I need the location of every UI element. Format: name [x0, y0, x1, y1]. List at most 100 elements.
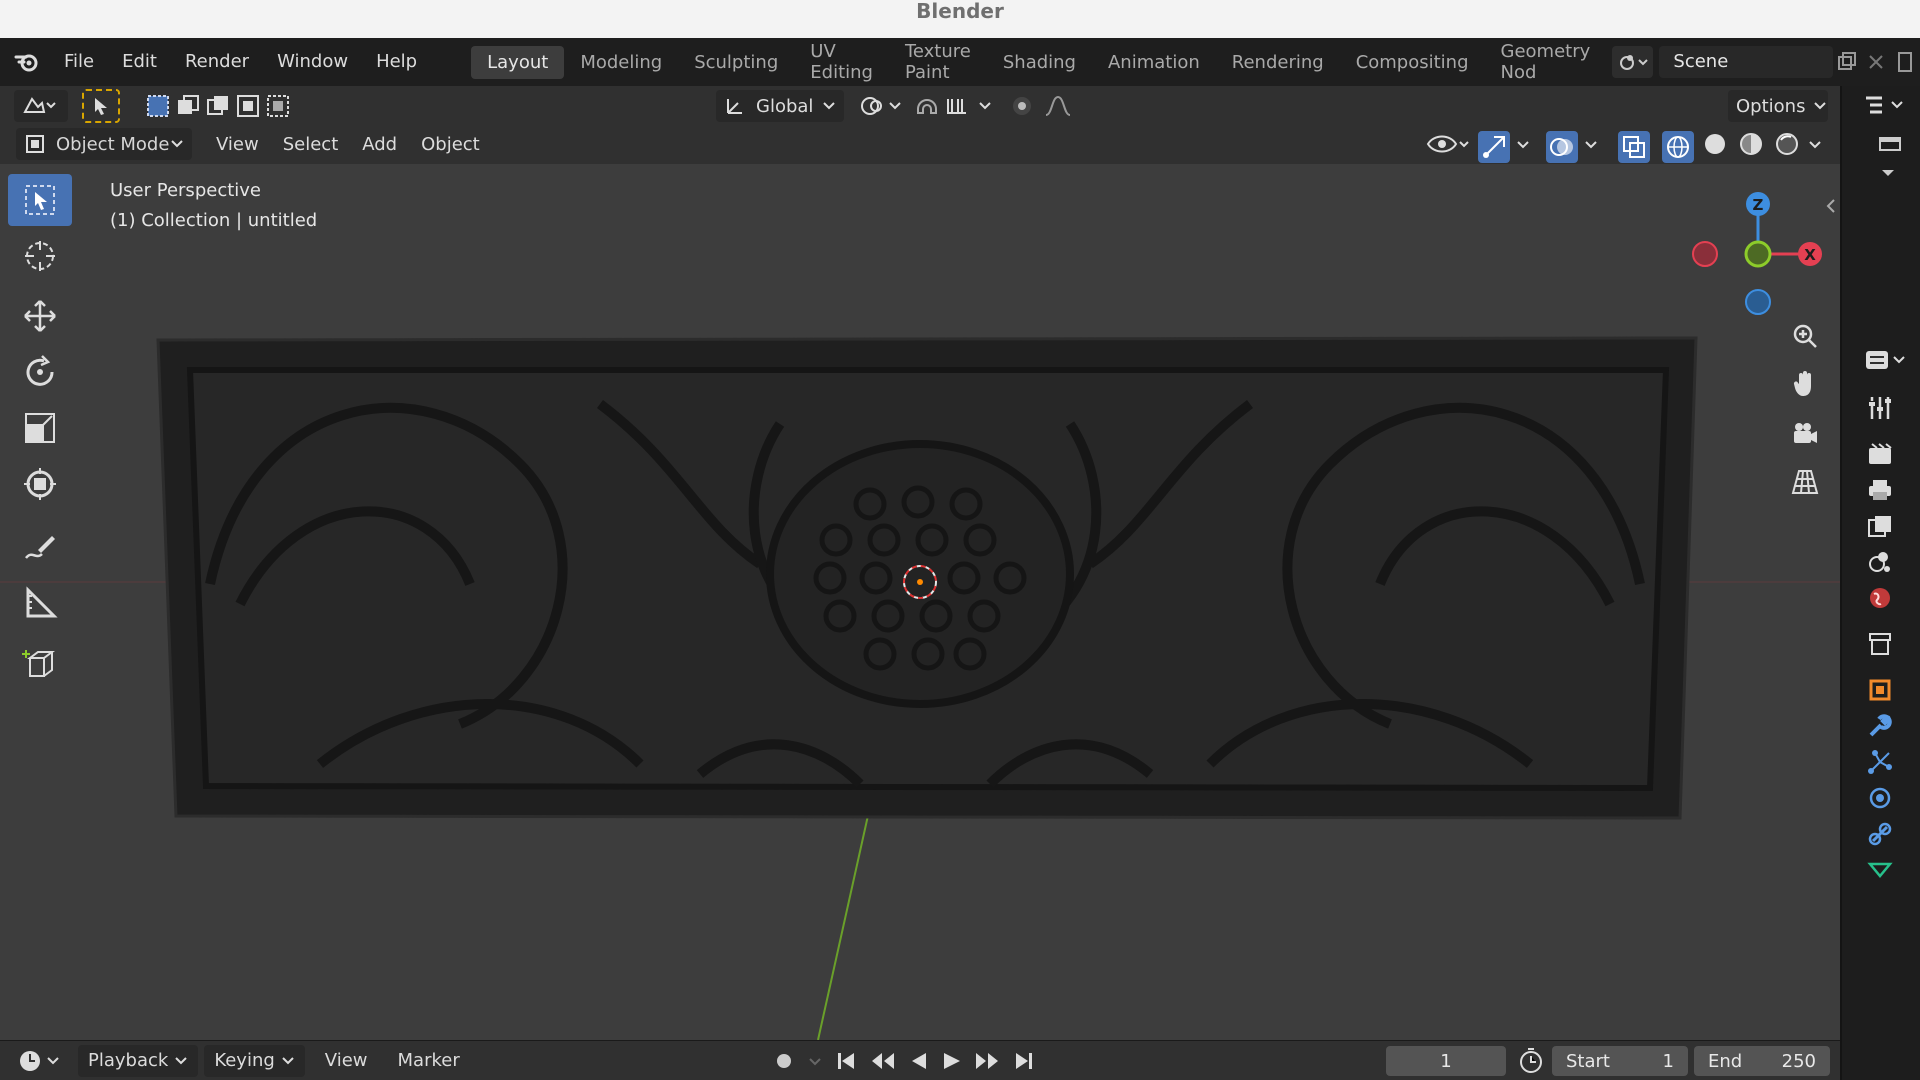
end-frame-field[interactable]: End 250: [1694, 1046, 1830, 1076]
active-tool-button[interactable]: [82, 89, 120, 123]
select-intersect-icon[interactable]: [264, 92, 292, 120]
viewport-menu-select[interactable]: Select: [271, 134, 351, 155]
outliner-collapse-arrow-icon[interactable]: [1842, 164, 1920, 200]
toggle-perspective-grid-icon[interactable]: [1785, 462, 1825, 502]
tab-geometry-nodes[interactable]: Geometry Nod: [1485, 35, 1607, 89]
object-properties-icon[interactable]: [1860, 672, 1900, 708]
viewport-menu-add[interactable]: Add: [350, 134, 409, 155]
play-icon[interactable]: [940, 1045, 964, 1080]
scene-selector-button[interactable]: [1612, 46, 1654, 78]
transform-orientation-dropdown[interactable]: Global: [716, 90, 844, 122]
camera-view-icon[interactable]: [1785, 414, 1825, 454]
scene-name-field[interactable]: Scene: [1659, 46, 1833, 78]
gizmo-dropdown-chevron-icon[interactable]: [1516, 128, 1532, 165]
shading-wireframe-icon[interactable]: [1662, 130, 1694, 163]
object-data-properties-icon[interactable]: [1860, 852, 1900, 888]
pivot-point-dropdown[interactable]: [858, 90, 904, 122]
world-properties-icon[interactable]: [1860, 580, 1900, 616]
auto-keying-record-icon[interactable]: [770, 1045, 798, 1080]
start-frame-field[interactable]: Start 1: [1552, 1046, 1688, 1076]
annotate-tool[interactable]: [8, 522, 72, 574]
menu-edit[interactable]: Edit: [108, 38, 171, 86]
jump-to-keyframe-back-icon[interactable]: [868, 1045, 896, 1080]
navigation-gizmo[interactable]: Z X: [1680, 178, 1840, 318]
editor-type-button[interactable]: [14, 90, 68, 122]
tab-rendering[interactable]: Rendering: [1216, 46, 1340, 79]
menu-window[interactable]: Window: [263, 38, 362, 86]
view-layer-icon[interactable]: [1891, 46, 1920, 78]
tab-shading[interactable]: Shading: [987, 46, 1092, 79]
overlays-toggle-icon[interactable]: [1546, 130, 1578, 163]
play-reverse-icon[interactable]: [906, 1045, 930, 1080]
constraint-properties-icon[interactable]: [1860, 816, 1900, 852]
delete-scene-icon[interactable]: [1862, 46, 1891, 78]
xray-toggle-icon[interactable]: [1618, 130, 1650, 163]
snap-toggle[interactable]: [914, 90, 998, 122]
select-subtract-icon[interactable]: [204, 92, 232, 120]
shading-rendered-icon[interactable]: [1772, 128, 1802, 165]
3d-viewport[interactable]: User Perspective (1) Collection | untitl…: [0, 164, 1840, 1040]
gizmo-toggle-icon[interactable]: [1478, 130, 1510, 163]
shading-dropdown-chevron-icon[interactable]: [1808, 128, 1824, 165]
tab-texture-paint[interactable]: Texture Paint: [889, 35, 987, 89]
pan-view-hand-icon[interactable]: [1785, 364, 1825, 404]
scene-properties-icon[interactable]: [1860, 544, 1900, 580]
view-layer-properties-icon[interactable]: [1860, 508, 1900, 544]
current-frame-field[interactable]: 1: [1386, 1046, 1506, 1076]
scale-tool[interactable]: [8, 402, 72, 454]
menu-render[interactable]: Render: [171, 38, 263, 86]
select-new-icon[interactable]: [144, 92, 172, 120]
output-properties-icon[interactable]: [1860, 472, 1900, 508]
viewport-menu-object[interactable]: Object: [409, 134, 492, 155]
shading-material-icon[interactable]: [1736, 128, 1766, 165]
outliner-editor-type-button[interactable]: [1842, 86, 1920, 124]
jump-to-keyframe-forward-icon[interactable]: [974, 1045, 1002, 1080]
physics-properties-icon[interactable]: [1860, 780, 1900, 816]
tab-uv-editing[interactable]: UV Editing: [794, 35, 889, 89]
measure-tool[interactable]: [8, 578, 72, 630]
blender-logo-icon[interactable]: [14, 48, 40, 76]
select-box-tool[interactable]: [8, 174, 72, 226]
add-cube-tool[interactable]: [8, 638, 72, 690]
select-invert-icon[interactable]: [234, 92, 262, 120]
tab-modeling[interactable]: Modeling: [564, 46, 678, 79]
modifier-properties-wrench-icon[interactable]: [1860, 708, 1900, 744]
collection-properties-icon[interactable]: [1860, 626, 1900, 662]
select-extend-icon[interactable]: [174, 92, 202, 120]
menu-help[interactable]: Help: [362, 38, 431, 86]
tab-layout[interactable]: Layout: [471, 45, 565, 79]
object-mode-dropdown[interactable]: Object Mode: [16, 128, 192, 160]
visibility-eye-icon[interactable]: [1424, 128, 1472, 165]
playback-dropdown[interactable]: Playback: [78, 1044, 199, 1077]
jump-to-end-icon[interactable]: [1012, 1045, 1036, 1080]
transform-tool[interactable]: [8, 458, 72, 510]
viewport-menu-view[interactable]: View: [204, 134, 271, 155]
window-title: Blender: [916, 0, 1004, 23]
keying-set-chevron-icon[interactable]: [808, 1045, 824, 1080]
jump-to-start-icon[interactable]: [834, 1045, 858, 1080]
tab-sculpting[interactable]: Sculpting: [678, 46, 794, 79]
move-tool[interactable]: [8, 290, 72, 342]
timeline-menu-marker[interactable]: Marker: [388, 1050, 470, 1071]
cursor-tool[interactable]: [8, 230, 72, 282]
tab-animation[interactable]: Animation: [1092, 46, 1216, 79]
outliner-filter-icon[interactable]: [1842, 124, 1920, 164]
properties-editor-type-button[interactable]: [1842, 340, 1920, 380]
render-properties-icon[interactable]: [1860, 436, 1900, 472]
keying-dropdown[interactable]: Keying: [204, 1044, 305, 1077]
options-dropdown[interactable]: Options: [1728, 90, 1828, 122]
particle-properties-icon[interactable]: [1860, 744, 1900, 780]
shading-solid-icon[interactable]: [1700, 128, 1730, 165]
timeline-editor-type-button[interactable]: [18, 1048, 64, 1074]
rotate-tool[interactable]: [8, 346, 72, 398]
tab-compositing[interactable]: Compositing: [1340, 46, 1485, 79]
sidebar-collapse-chevron-icon[interactable]: [1826, 198, 1836, 219]
menu-file[interactable]: File: [50, 38, 108, 86]
tool-properties-icon[interactable]: [1860, 390, 1900, 426]
timeline-menu-view[interactable]: View: [315, 1050, 378, 1071]
use-preview-range-icon[interactable]: [1516, 1046, 1546, 1076]
proportional-editing-toggle[interactable]: [1006, 90, 1076, 122]
zoom-view-icon[interactable]: [1785, 316, 1825, 356]
overlays-dropdown-chevron-icon[interactable]: [1584, 128, 1600, 165]
new-scene-icon[interactable]: [1833, 46, 1862, 78]
